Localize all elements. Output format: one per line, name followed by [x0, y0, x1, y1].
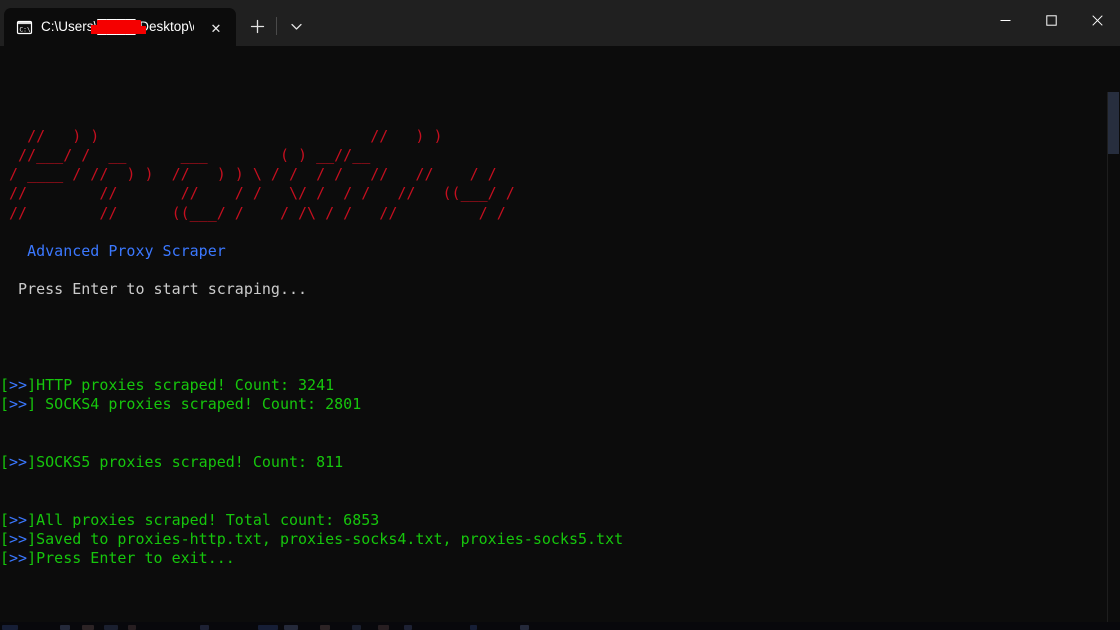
output-line: [>>]All proxies scraped! Total count: 68…: [0, 511, 1120, 530]
banner-line-3: // // // / / \/ / / / // ((___/ /: [0, 184, 1120, 203]
terminal-scrollbar[interactable]: [1107, 92, 1120, 622]
output-message: SOCKS5 proxies scraped! Count: 811: [36, 453, 343, 471]
bracket-open: [: [0, 376, 9, 394]
output-line: [>>]Press Enter to exit...: [0, 549, 1120, 568]
chevron-down-icon: [290, 20, 303, 33]
desktop-strip: [0, 622, 1120, 630]
bracket-close: ]: [27, 511, 36, 529]
console-icon: C:\: [16, 19, 33, 36]
output-line: [>>]Saved to proxies-http.txt, proxies-s…: [0, 530, 1120, 549]
terminal-top-padding: [0, 108, 1120, 127]
bracket-open: [: [0, 549, 9, 567]
arrows-marker: >>: [9, 395, 27, 413]
arrows-marker: >>: [9, 376, 27, 394]
output-message: SOCKS4 proxies scraped! Count: 2801: [36, 395, 361, 413]
maximize-icon: [1046, 15, 1057, 26]
blank-line: [0, 319, 1120, 338]
window-controls: [982, 0, 1120, 40]
bracket-close: ]: [27, 549, 36, 567]
terminal-window: C:\ C:\Users\████\Desktop\deve ✕: [0, 0, 1120, 630]
scrollbar-track: [1107, 92, 1108, 622]
bracket-open: [: [0, 511, 9, 529]
strip-decoration: [0, 622, 1120, 630]
plus-icon: [250, 19, 265, 34]
title-bar: C:\ C:\Users\████\Desktop\deve ✕: [0, 0, 1120, 46]
bracket-close: ]: [27, 376, 36, 394]
new-tab-button[interactable]: [240, 9, 274, 43]
bracket-close: ]: [27, 395, 36, 413]
banner-line-4: // // ((___/ / / /\ / / // / /: [0, 204, 1120, 223]
output-line: [>>]SOCKS5 proxies scraped! Count: 811: [0, 453, 1120, 472]
terminal-top-padding: [0, 50, 1120, 69]
tab-title: C:\Users\████\Desktop\deve: [41, 19, 194, 35]
arrows-marker: >>: [9, 511, 27, 529]
tab-strip: C:\ C:\Users\████\Desktop\deve ✕: [0, 0, 313, 46]
minimize-button[interactable]: [982, 0, 1028, 40]
blank-line: [0, 415, 1120, 434]
blank-line: [0, 261, 1120, 280]
bracket-close: ]: [27, 530, 36, 548]
start-prompt: Press Enter to start scraping...: [0, 280, 1120, 299]
scrollbar-thumb[interactable]: [1108, 92, 1119, 154]
blank-line: [0, 223, 1120, 242]
bracket-open: [: [0, 395, 9, 413]
arrows-marker: >>: [9, 530, 27, 548]
terminal-output: // ) ) // ) ) //___/ / __ ___ ( ) __//__…: [0, 50, 1120, 568]
tab-title-text: C:\Users\████\Desktop\deve: [41, 19, 194, 34]
svg-text:C:\: C:\: [19, 26, 31, 33]
terminal-top-padding: [0, 69, 1120, 88]
banner-line-0: // ) ) // ) ): [0, 127, 1120, 146]
minimize-icon: [1000, 15, 1011, 26]
maximize-button[interactable]: [1028, 0, 1074, 40]
tab-active[interactable]: C:\ C:\Users\████\Desktop\deve ✕: [4, 8, 236, 46]
blank-line: [0, 472, 1120, 491]
bracket-open: [: [0, 530, 9, 548]
output-line: [>>] SOCKS4 proxies scraped! Count: 2801: [0, 395, 1120, 414]
bracket-open: [: [0, 453, 9, 471]
output-line: [>>]HTTP proxies scraped! Count: 3241: [0, 376, 1120, 395]
app-subtitle: Advanced Proxy Scraper: [0, 242, 1120, 261]
bracket-close: ]: [27, 453, 36, 471]
output-message: Press Enter to exit...: [36, 549, 235, 567]
blank-line: [0, 338, 1120, 357]
banner-line-2: / ____ / // ) ) // ) ) \ / / / / // // /…: [0, 165, 1120, 184]
arrows-marker: >>: [9, 549, 27, 567]
blank-line: [0, 491, 1120, 510]
output-message: Saved to proxies-http.txt, proxies-socks…: [36, 530, 623, 548]
tab-divider: [276, 17, 277, 35]
blank-line: [0, 357, 1120, 376]
close-icon: [1092, 15, 1103, 26]
output-message: HTTP proxies scraped! Count: 3241: [36, 376, 334, 394]
banner-line-1: //___/ / __ ___ ( ) __//__: [0, 146, 1120, 165]
output-message: All proxies scraped! Total count: 6853: [36, 511, 379, 529]
arrows-marker: >>: [9, 453, 27, 471]
blank-line: [0, 434, 1120, 453]
terminal-viewport[interactable]: // ) ) // ) ) //___/ / __ ___ ( ) __//__…: [0, 46, 1120, 622]
blank-line: [0, 299, 1120, 318]
close-button[interactable]: [1074, 0, 1120, 40]
tab-menu-button[interactable]: [279, 9, 313, 43]
terminal-top-padding: [0, 88, 1120, 107]
tab-close-icon[interactable]: ✕: [202, 14, 230, 40]
